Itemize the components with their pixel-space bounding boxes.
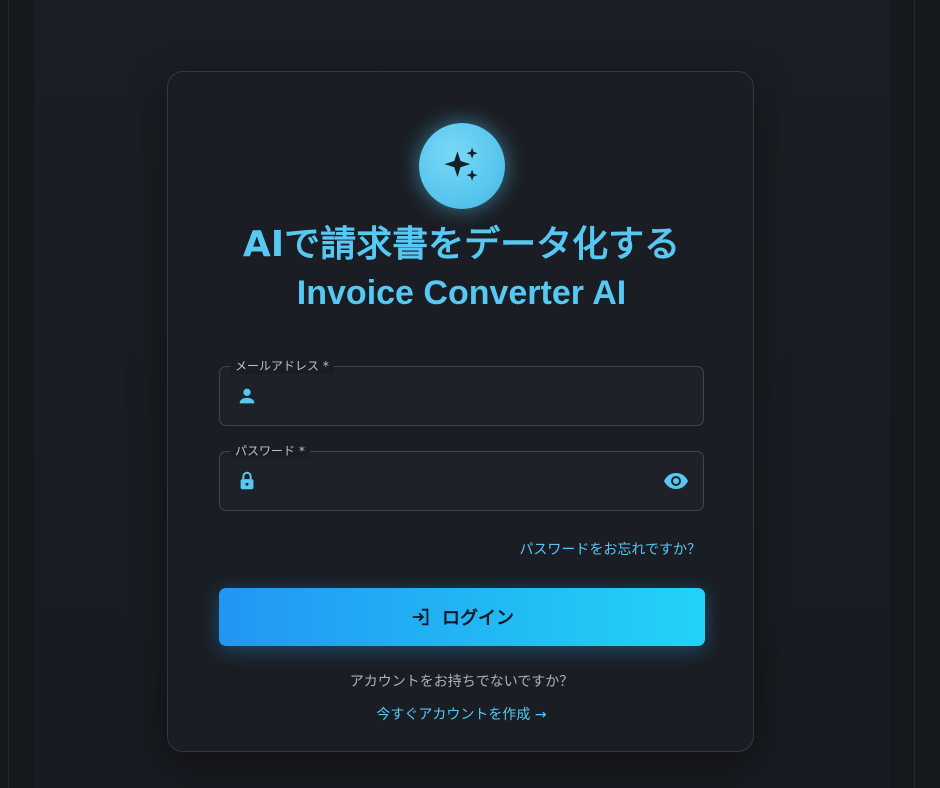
page-title-japanese: AIで請求書をデータ化する	[242, 224, 681, 265]
logo-badge	[419, 123, 505, 209]
login-card: AIで請求書をデータ化する Invoice Converter AI メールアド…	[167, 71, 754, 752]
login-icon	[412, 608, 429, 626]
page-title-english: Invoice Converter AI	[296, 274, 627, 312]
password-label: パスワード *	[230, 443, 310, 459]
login-button[interactable]: ログイン	[219, 588, 705, 646]
email-field[interactable]: メールアドレス *	[219, 358, 704, 426]
page: AIで請求書をデータ化する Invoice Converter AI メールアド…	[0, 0, 940, 788]
eye-icon[interactable]	[663, 470, 689, 492]
login-button-label: ログイン	[442, 608, 514, 629]
frame-divider-right	[914, 0, 915, 788]
no-account-text: アカウントをお持ちでないですか？	[349, 674, 574, 690]
password-field[interactable]: パスワード *	[219, 443, 704, 511]
create-account-link[interactable]: 今すぐアカウントを作成 →	[168, 705, 755, 725]
sparkles-icon	[444, 147, 478, 181]
frame-divider-left	[8, 0, 9, 788]
person-icon	[239, 388, 255, 404]
email-input[interactable]	[272, 377, 656, 417]
email-label: メールアドレス *	[230, 358, 334, 374]
password-input[interactable]	[272, 462, 656, 502]
lock-icon	[240, 471, 254, 490]
forgot-password-link[interactable]: パスワードをお忘れですか？	[519, 540, 701, 560]
